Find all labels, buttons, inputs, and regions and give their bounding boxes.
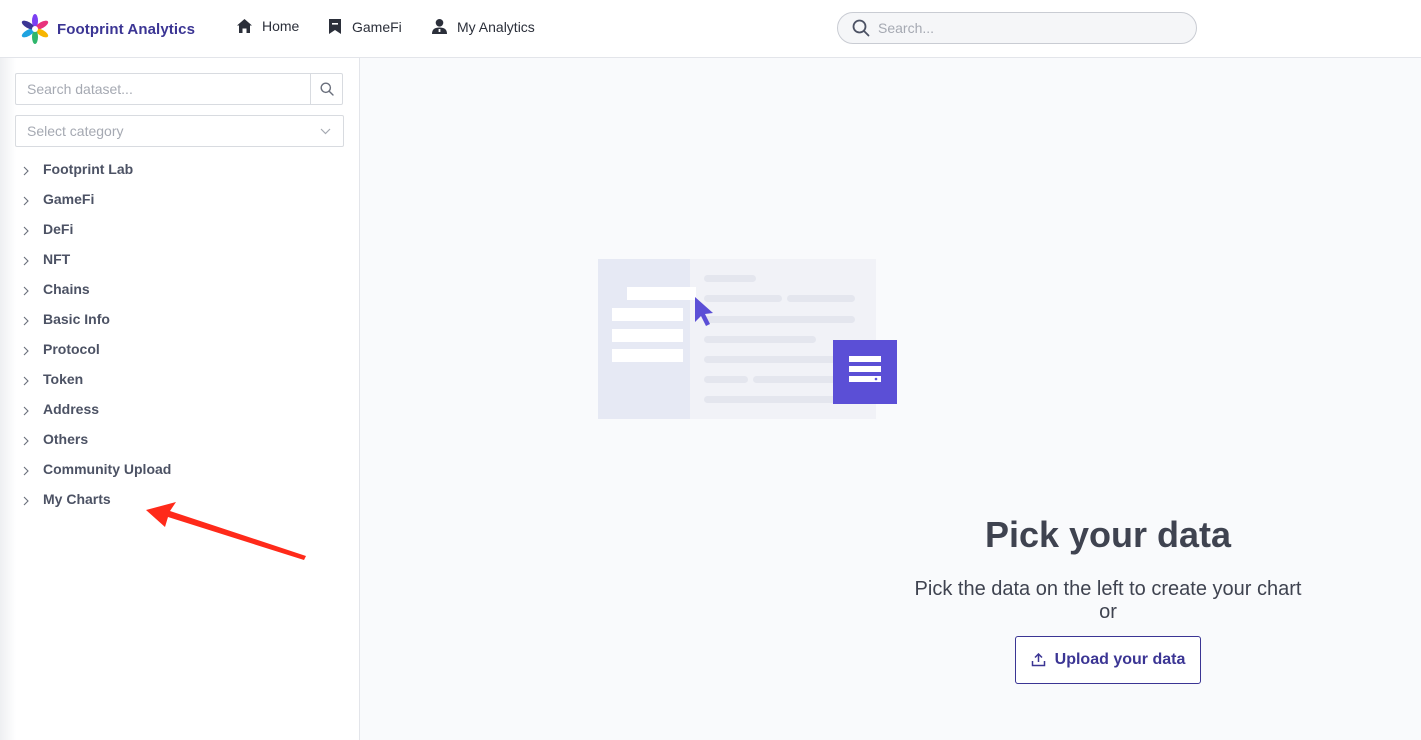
tree-item-address[interactable]: Address: [0, 394, 359, 424]
dataset-search-button[interactable]: [310, 74, 342, 104]
category-select-placeholder: Select category: [27, 123, 124, 139]
tree-item-token[interactable]: Token: [0, 364, 359, 394]
chevron-right-icon: [23, 346, 29, 355]
tree-item-label: Community Upload: [43, 461, 172, 477]
page-title: Pick your data: [984, 514, 1232, 555]
dataset-category-tree: Footprint Lab GameFi DeFi NFT Chains Bas…: [0, 154, 359, 514]
subtitle-line-2: or: [1099, 601, 1117, 623]
bookmark-icon: [329, 19, 341, 34]
nav-gamefi-label: GameFi: [352, 18, 402, 35]
chevron-right-icon: [23, 406, 29, 415]
tree-item-label: Token: [43, 371, 84, 387]
chevron-right-icon: [23, 376, 29, 385]
tree-item-label: DeFi: [43, 221, 74, 237]
chevron-right-icon: [23, 436, 29, 445]
sidebar-edge-shadow: [0, 58, 16, 740]
tree-item-label: Chains: [43, 281, 90, 297]
nav-my-analytics[interactable]: My Analytics: [431, 18, 535, 35]
tree-item-label: Protocol: [43, 341, 100, 357]
chevron-right-icon: [23, 256, 29, 265]
logo-text: Footprint Analytics: [57, 20, 196, 38]
dataset-search-input[interactable]: [16, 74, 310, 104]
global-search[interactable]: [837, 12, 1197, 44]
nav-home[interactable]: Home: [236, 18, 299, 34]
category-select[interactable]: Select category: [15, 115, 344, 147]
chevron-right-icon: [23, 316, 29, 325]
tree-item-others[interactable]: Others: [0, 424, 359, 454]
home-icon: [237, 19, 252, 33]
upload-data-button[interactable]: Upload your data: [1015, 636, 1201, 684]
footprint-logo-icon: [21, 14, 49, 44]
tree-item-protocol[interactable]: Protocol: [0, 334, 359, 364]
chevron-down-icon: [320, 128, 331, 134]
nav-my-analytics-label: My Analytics: [457, 18, 535, 35]
tree-item-defi[interactable]: DeFi: [0, 214, 359, 244]
top-navigation-bar: Footprint Analytics Home GameFi My Analy…: [0, 0, 1421, 58]
tree-item-basic-info[interactable]: Basic Info: [0, 304, 359, 334]
dataset-sidebar: Select category Footprint Lab GameFi DeF…: [0, 58, 360, 740]
search-icon: [320, 82, 334, 96]
user-icon: [432, 19, 447, 34]
chevron-right-icon: [23, 226, 29, 235]
tree-item-label: NFT: [43, 251, 71, 267]
annotation-arrow: [146, 502, 306, 560]
tree-item-label: Address: [43, 401, 100, 417]
tree-item-gamefi[interactable]: GameFi: [0, 184, 359, 214]
tree-item-community-upload[interactable]: Community Upload: [0, 454, 359, 484]
nav-home-label: Home: [262, 18, 300, 34]
tree-item-label: My Charts: [43, 491, 111, 507]
chevron-right-icon: [23, 196, 29, 205]
subtitle-line-1: Pick the data on the left to create your…: [914, 578, 1302, 600]
logo[interactable]: Footprint Analytics: [20, 14, 195, 44]
chevron-right-icon: [23, 166, 29, 175]
tree-item-nft[interactable]: NFT: [0, 244, 359, 274]
nav-gamefi[interactable]: GameFi: [327, 18, 402, 35]
chevron-right-icon: [23, 286, 29, 295]
search-icon: [852, 19, 870, 37]
empty-state-subtitle: Pick the data on the left to create your…: [900, 578, 1316, 624]
global-search-input[interactable]: [878, 20, 1178, 36]
tree-item-label: Basic Info: [43, 311, 110, 327]
tree-item-label: Footprint Lab: [43, 161, 134, 177]
tree-item-label: GameFi: [43, 191, 95, 207]
upload-data-label: Upload your data: [1054, 651, 1186, 668]
pick-data-illustration: [598, 259, 897, 419]
tree-item-footprint-lab[interactable]: Footprint Lab: [0, 154, 359, 184]
tree-item-label: Others: [43, 431, 89, 447]
chevron-right-icon: [23, 466, 29, 475]
upload-icon: [1031, 653, 1045, 667]
chevron-right-icon: [23, 496, 29, 505]
dataset-search: [15, 73, 343, 105]
tree-item-chains[interactable]: Chains: [0, 274, 359, 304]
